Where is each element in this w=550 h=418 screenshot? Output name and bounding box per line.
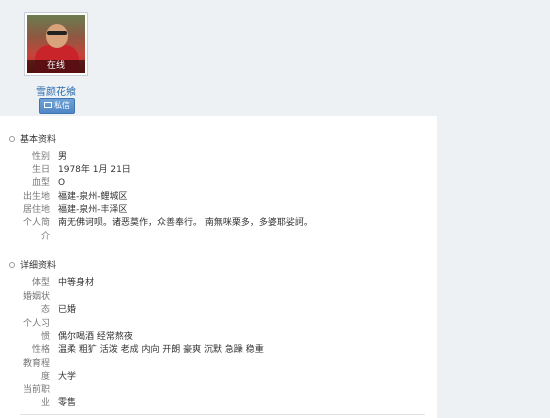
avatar-image: 在线 — [27, 15, 85, 73]
field-label: 性别 — [31, 152, 50, 162]
username-link[interactable]: 雪颜花飨 — [0, 83, 112, 98]
field-label: 居住地 — [22, 205, 50, 215]
field-label: 性格 — [31, 345, 50, 355]
field-value: 已婚 — [58, 305, 77, 315]
field-value: 南无佛诃呗。诸恶莫作，众善奉行。 南無咪栗多，多婆耶娑訶。 — [58, 218, 313, 228]
field-label: 出生地 — [22, 192, 50, 202]
basic-info-title: 基本资料 — [9, 132, 56, 145]
field-value: 男 — [58, 152, 68, 162]
online-status-badge: 在线 — [27, 60, 85, 73]
avatar-glasses — [47, 31, 67, 35]
field-value: 零售 — [58, 398, 77, 408]
basic-info-title-text: 基本资料 — [20, 135, 57, 145]
field-value: 福建-泉州-鲤城区 — [58, 192, 128, 202]
field-value: 福建-泉州-丰泽区 — [58, 205, 128, 215]
field-value: 温柔 粗犷 活泼 老成 内向 开朗 豪爽 沉默 急躁 稳重 — [58, 345, 264, 355]
mail-icon — [44, 101, 52, 108]
field-label: 个人简 — [22, 218, 50, 228]
field-label: 态 — [40, 305, 50, 315]
field-label: 业 — [40, 398, 50, 408]
field-label: 血型 — [31, 178, 50, 188]
field-value: 大学 — [58, 372, 77, 382]
profile-content: 基本资料 性别 男 生日 1978年 1月 21日 血型 O 出生地 福建-泉州… — [0, 116, 437, 418]
avatar-face — [46, 24, 68, 48]
avatar[interactable]: 在线 — [24, 12, 88, 76]
field-value: 偶尔喝酒 经常熬夜 — [58, 332, 133, 342]
detail-info-title: 详细资料 — [9, 258, 56, 271]
field-label: 介 — [40, 232, 50, 242]
field-label: 度 — [40, 372, 50, 382]
divider — [20, 414, 425, 415]
field-label: 生日 — [31, 165, 50, 175]
field-label: 婚姻状 — [22, 292, 50, 302]
field-label: 个人习 — [22, 319, 50, 329]
field-label: 教育程 — [22, 359, 50, 369]
field-value: 中等身材 — [58, 278, 95, 288]
section-bullet-icon — [9, 135, 15, 142]
field-value: O — [58, 178, 66, 188]
private-message-label: 私信 — [54, 101, 70, 110]
field-label: 当前职 — [22, 385, 50, 395]
field-label: 体型 — [31, 278, 50, 288]
private-message-button[interactable]: 私信 — [39, 98, 75, 114]
section-bullet-icon — [9, 261, 15, 268]
field-label: 惯 — [40, 332, 50, 342]
field-value: 1978年 1月 21日 — [58, 165, 131, 175]
detail-info-title-text: 详细资料 — [20, 261, 57, 271]
